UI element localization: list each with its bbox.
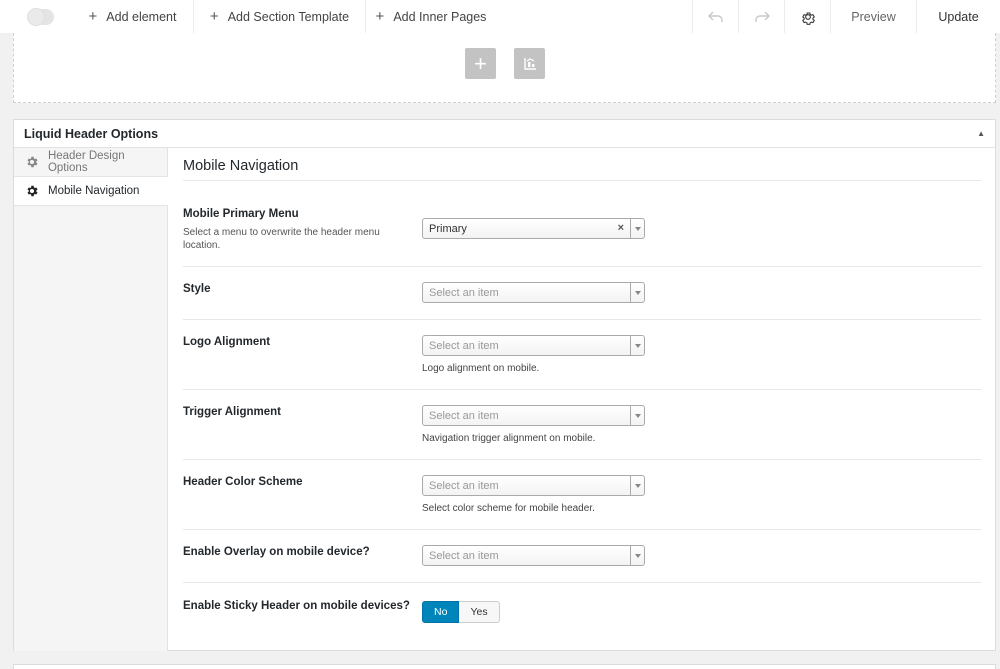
sidebar-item-header-design-options[interactable]: Header Design Options: [14, 148, 167, 177]
editor-toolbar: + Add element + Add Section Template + A…: [0, 0, 1000, 33]
chevron-down-icon[interactable]: [630, 219, 644, 238]
field-row-enable-sticky-header: Enable Sticky Header on mobile devices? …: [183, 583, 981, 643]
add-inner-pages-button[interactable]: + Add Inner Pages: [366, 0, 496, 33]
trigger-alignment-select[interactable]: Select an item: [422, 405, 645, 426]
header-color-scheme-select[interactable]: Select an item: [422, 475, 645, 496]
undo-icon: [707, 11, 723, 22]
plus-icon: +: [375, 8, 385, 25]
add-block-button[interactable]: +: [465, 48, 496, 79]
redo-icon: [754, 11, 770, 22]
gear-icon: [27, 156, 38, 168]
field-row-logo-alignment: Logo Alignment Select an item Logo align…: [183, 320, 981, 390]
field-description: Select a menu to overwrite the header me…: [183, 227, 380, 251]
sticky-header-toggle: No Yes: [422, 601, 500, 623]
plus-icon: +: [88, 8, 98, 25]
preview-button[interactable]: Preview: [831, 0, 917, 33]
add-inner-pages-label: Add Inner Pages: [393, 9, 487, 24]
field-help: Navigation trigger alignment on mobile.: [422, 433, 596, 444]
gear-icon: [801, 11, 815, 25]
collapse-caret-icon[interactable]: ▲: [977, 129, 985, 138]
select-placeholder: Select an item: [429, 479, 499, 492]
field-label: Style: [183, 283, 211, 295]
undo-button[interactable]: [693, 0, 739, 33]
next-panel-edge: [13, 664, 996, 669]
field-label: Enable Sticky Header on mobile devices?: [183, 600, 410, 612]
chevron-down-icon[interactable]: [630, 336, 644, 355]
field-label: Header Color Scheme: [183, 476, 303, 488]
mobile-primary-menu-select[interactable]: Primary ×: [422, 218, 645, 239]
select-placeholder: Select an item: [429, 549, 499, 562]
chevron-down-icon[interactable]: [630, 283, 644, 302]
sidebar-item-label: Mobile Navigation: [48, 185, 140, 197]
chevron-down-icon[interactable]: [630, 406, 644, 425]
style-select[interactable]: Select an item: [422, 282, 645, 303]
section-title: Mobile Navigation: [183, 148, 981, 181]
panel-header[interactable]: Liquid Header Options ▲: [14, 120, 995, 148]
sticky-header-yes-button[interactable]: Yes: [459, 601, 500, 623]
select-placeholder: Select an item: [429, 409, 499, 422]
chevron-down-icon[interactable]: [630, 546, 644, 565]
add-section-template-button[interactable]: + Add Section Template: [194, 0, 366, 33]
select-placeholder: Select an item: [429, 339, 499, 352]
enable-overlay-select[interactable]: Select an item: [422, 545, 645, 566]
panel-title: Liquid Header Options: [24, 126, 159, 141]
field-row-mobile-primary-menu: Mobile Primary Menu Select a menu to ove…: [183, 181, 981, 267]
builder-canvas: +: [13, 33, 996, 103]
toggle-switch[interactable]: [28, 8, 54, 25]
add-element-button[interactable]: + Add element: [72, 0, 194, 33]
select-value: Primary: [429, 222, 467, 235]
logo-alignment-select[interactable]: Select an item: [422, 335, 645, 356]
clear-icon[interactable]: ×: [618, 222, 624, 234]
options-sidebar: Header Design Options Mobile Navigation: [14, 148, 168, 651]
update-button[interactable]: Update: [917, 0, 1000, 33]
add-section-template-label: Add Section Template: [227, 9, 350, 24]
sticky-header-no-button[interactable]: No: [422, 601, 460, 623]
field-label: Mobile Primary Menu: [183, 208, 299, 220]
field-row-trigger-alignment: Trigger Alignment Select an item Navigat…: [183, 390, 981, 460]
field-label: Trigger Alignment: [183, 406, 281, 418]
add-element-label: Add element: [106, 9, 177, 24]
field-row-style: Style Select an item: [183, 267, 981, 320]
chevron-down-icon[interactable]: [630, 476, 644, 495]
plus-icon: +: [474, 50, 487, 76]
field-help: Select color scheme for mobile header.: [422, 503, 595, 514]
gear-icon: [27, 185, 38, 197]
plus-icon: +: [209, 8, 219, 25]
field-label: Enable Overlay on mobile device?: [183, 546, 370, 558]
sidebar-item-label: Header Design Options: [47, 150, 125, 174]
sidebar-item-mobile-navigation[interactable]: Mobile Navigation: [14, 177, 168, 206]
field-row-header-color-scheme: Header Color Scheme Select an item Selec…: [183, 460, 981, 530]
settings-button[interactable]: [785, 0, 831, 33]
redo-button[interactable]: [739, 0, 785, 33]
field-label: Logo Alignment: [183, 336, 271, 348]
select-placeholder: Select an item: [429, 286, 499, 299]
template-icon: [523, 57, 536, 70]
toolbar-spacer: [496, 0, 693, 33]
field-help: Logo alignment on mobile.: [422, 363, 540, 374]
header-options-panel: Liquid Header Options ▲ Header Design Op…: [13, 119, 996, 651]
field-row-enable-overlay: Enable Overlay on mobile device? Select …: [183, 530, 981, 583]
add-template-button[interactable]: [514, 48, 545, 79]
view-toggle[interactable]: [0, 0, 72, 33]
options-content: Mobile Navigation Mobile Primary Menu Se…: [183, 148, 981, 643]
